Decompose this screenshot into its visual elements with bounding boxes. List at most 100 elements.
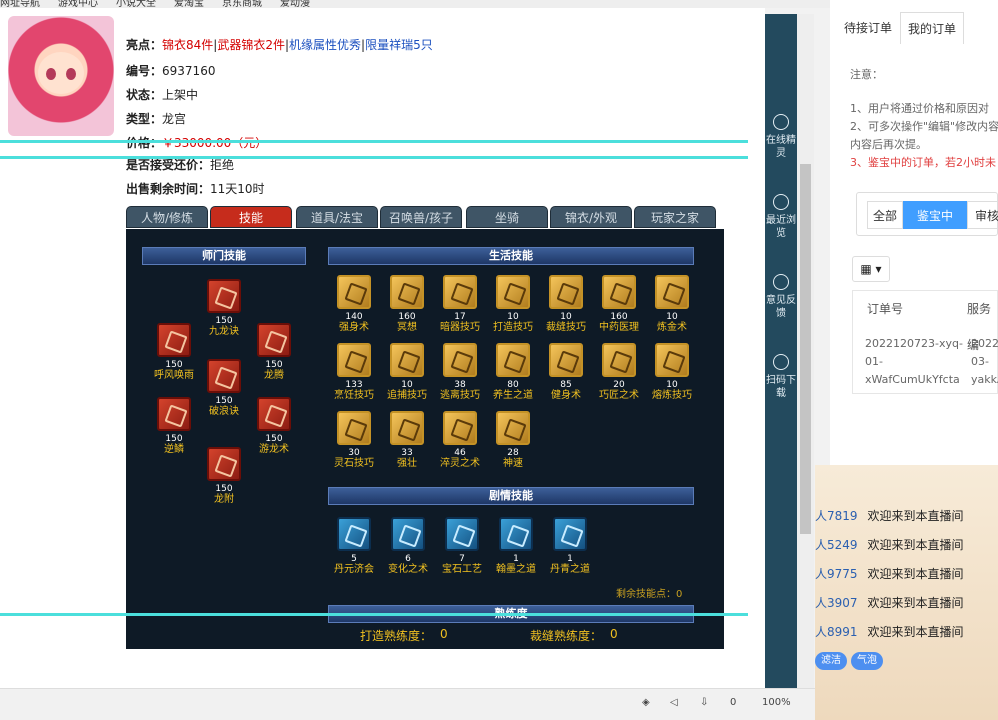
overlay-line-top2 xyxy=(0,156,748,159)
skill-icon xyxy=(549,343,583,377)
life-skill[interactable]: 10 熔炼技巧 xyxy=(642,343,702,402)
skill-level: 6 xyxy=(405,554,411,564)
tailor-label: 裁缝熟练度： xyxy=(530,629,603,643)
sidebar-item-2[interactable]: 意见反馈 xyxy=(765,274,797,320)
speaker-icon[interactable]: ◁ xyxy=(670,697,678,708)
skill-icon xyxy=(655,275,689,309)
life-skill[interactable]: 160 中药医理 xyxy=(589,275,649,334)
life-skill[interactable]: 28 神速 xyxy=(483,411,543,470)
filter-0[interactable]: 全部 xyxy=(867,201,903,229)
skill-icon xyxy=(207,359,241,393)
life-skill[interactable]: 33 强壮 xyxy=(377,411,437,470)
tab-6[interactable]: 玩家之家 xyxy=(634,206,716,228)
chat-user[interactable]: 人7819 xyxy=(815,509,858,523)
story-skill[interactable]: 6 变化之术 xyxy=(378,517,438,576)
life-skill[interactable]: 10 炼金术 xyxy=(642,275,702,334)
bookmark-3[interactable]: 爱淘宝 xyxy=(174,0,204,8)
chat-user[interactable]: 人3907 xyxy=(815,596,858,610)
life-skill[interactable]: 17 暗器技巧 xyxy=(430,275,490,334)
tab-3[interactable]: 召唤兽/孩子 xyxy=(380,206,462,228)
story-skill[interactable]: 1 翰墨之道 xyxy=(486,517,546,576)
chat-button-0[interactable]: 滤洁 xyxy=(815,652,847,670)
filter-1[interactable]: 鉴宝中 xyxy=(903,201,967,229)
order-id-cell[interactable]: 2022120723-xyq- 01- xWafCumUkYfcta xyxy=(865,335,963,389)
chat-user[interactable]: 人5249 xyxy=(815,538,858,552)
life-skill[interactable]: 160 冥想 xyxy=(377,275,437,334)
service-cell: 2022 03- yakkA xyxy=(971,335,998,389)
sprite-icon xyxy=(773,114,789,130)
bookmark-bar: 网址导航 游戏中心 小说大全 爱淘宝 京东商城 爱动漫 xyxy=(0,0,830,8)
life-skill[interactable]: 10 裁缝技巧 xyxy=(536,275,596,334)
skill-icon xyxy=(602,275,636,309)
skill-name: 强身术 xyxy=(339,322,369,333)
sidebar-label: 最近浏览 xyxy=(766,215,796,239)
life-skill[interactable]: 140 强身术 xyxy=(324,275,384,334)
tab-0[interactable]: 人物/修炼 xyxy=(126,206,208,228)
edit-icon xyxy=(773,274,789,290)
skill-name: 神速 xyxy=(503,458,523,469)
bookmark-5[interactable]: 爱动漫 xyxy=(280,0,310,8)
download-icon[interactable]: ⇩ xyxy=(700,697,708,708)
sidebar-label: 扫码下载 xyxy=(766,375,796,399)
bookmark-2[interactable]: 小说大全 xyxy=(116,0,156,8)
bookmark-4[interactable]: 京东商城 xyxy=(222,0,262,8)
panel-tab-1[interactable]: 我的订单 xyxy=(900,12,964,44)
panel-notice: 注意： 1、用户将通过价格和原因对 2、可多次操作"编辑"修改内容 内容后再次提。 3、… xyxy=(850,66,998,172)
scrollbar[interactable] xyxy=(797,14,814,690)
story-skill[interactable]: 7 宝石工艺 xyxy=(432,517,492,576)
notice-line: 2、可多次操作"编辑"修改内容 xyxy=(850,120,998,133)
item-page: 亮点：锦衣84件|武器锦衣2件|机缘属性优秀|限量祥瑞5只 编号：6937160 状… xyxy=(0,8,765,688)
life-skill[interactable]: 85 健身术 xyxy=(536,343,596,402)
life-skill[interactable]: 46 淬灵之术 xyxy=(430,411,490,470)
sidebar-item-0[interactable]: 在线精灵 xyxy=(765,114,797,160)
life-skill[interactable]: 20 巧匠之术 xyxy=(589,343,649,402)
skill-icon xyxy=(443,275,477,309)
chat-text: 欢迎来到本直播间 xyxy=(867,625,964,639)
tab-4[interactable]: 坐骑 xyxy=(466,206,548,228)
notice-line: 1、用户将通过价格和原因对 xyxy=(850,102,989,115)
skill-icon xyxy=(257,323,291,357)
skill-icon xyxy=(337,517,371,551)
filter-2[interactable]: 审核中 xyxy=(967,201,998,229)
remaining-points: 剩余技能点：0 xyxy=(616,589,683,600)
skill-level: 46 xyxy=(454,448,466,458)
skill-name: 裁缝技巧 xyxy=(546,322,586,333)
zoom-level[interactable]: 100% xyxy=(762,697,791,708)
story-skill[interactable]: 5 丹元济会 xyxy=(324,517,384,576)
life-skill[interactable]: 133 烹饪技巧 xyxy=(324,343,384,402)
tab-5[interactable]: 锦衣/外观 xyxy=(550,206,632,228)
skill-icon xyxy=(445,517,479,551)
sidebar-item-3[interactable]: 扫码下载 xyxy=(765,354,797,400)
grid-view-button[interactable]: ▦ ▾ xyxy=(852,256,890,282)
chat-user[interactable]: 人9775 xyxy=(815,567,858,581)
chat-user[interactable]: 人8991 xyxy=(815,625,858,639)
order-id-line: 2022120723-xyq- xyxy=(865,337,963,350)
panel-tab-0[interactable]: 待接订单 xyxy=(836,12,900,44)
highlight-tag: 锦衣84件 xyxy=(162,38,214,52)
skill-name: 暗器技巧 xyxy=(440,322,480,333)
sidebar-item-1[interactable]: 最近浏览 xyxy=(765,194,797,240)
tab-1[interactable]: 技能 xyxy=(210,206,292,228)
skill-icon xyxy=(655,343,689,377)
order-table: 订单号 服务编 2022120723-xyq- 01- xWafCumUkYfcta 20… xyxy=(852,290,998,394)
life-skill[interactable]: 30 灵石技巧 xyxy=(324,411,384,470)
life-skill[interactable]: 80 养生之道 xyxy=(483,343,543,402)
skill-icon xyxy=(496,343,530,377)
shield-icon[interactable]: ◈ xyxy=(642,697,650,708)
bookmark-0[interactable]: 网址导航 xyxy=(0,0,40,8)
chat-message: 人8991 欢迎来到本直播间 xyxy=(815,623,964,640)
tab-2[interactable]: 道具/法宝 xyxy=(296,206,378,228)
notice-line: 3、鉴宝中的订单，若2小时未 xyxy=(850,156,996,169)
scan-icon xyxy=(773,354,789,370)
info-bargain-label: 是否接受还价： xyxy=(126,158,211,172)
bookmark-1[interactable]: 游戏中心 xyxy=(58,0,98,8)
skill-name: 熔炼技巧 xyxy=(652,390,692,401)
info-price-value: ￥33000.00（元） xyxy=(162,136,268,150)
master-skill[interactable]: 150 龙附 xyxy=(194,447,254,506)
story-skill[interactable]: 1 丹青之道 xyxy=(540,517,600,576)
life-skill[interactable]: 10 打造技巧 xyxy=(483,275,543,334)
life-skill[interactable]: 10 追捕技巧 xyxy=(377,343,437,402)
skill-name: 强壮 xyxy=(397,458,417,469)
chat-button-1[interactable]: 气泡 xyxy=(851,652,883,670)
life-skill[interactable]: 38 逃离技巧 xyxy=(430,343,490,402)
